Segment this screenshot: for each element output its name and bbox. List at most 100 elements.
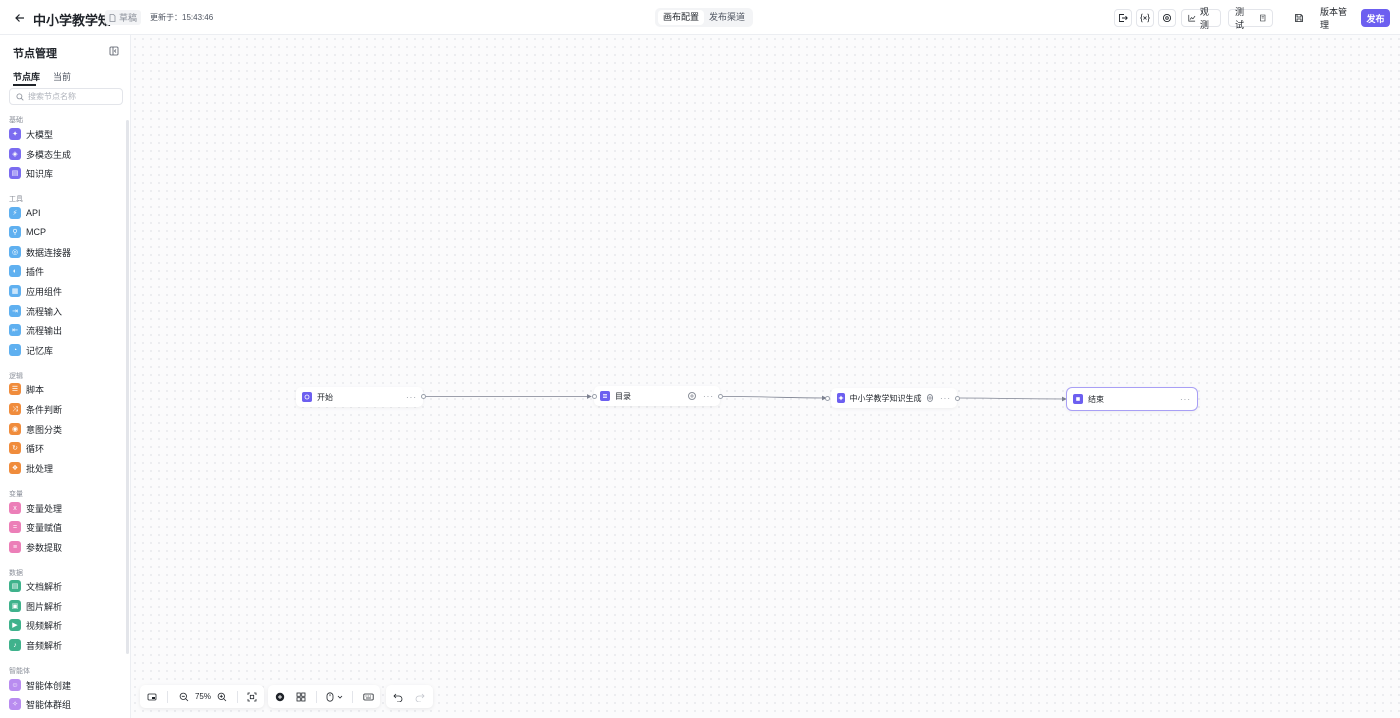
workflow-canvas[interactable] [131,35,1400,718]
undo-button[interactable] [389,688,407,706]
node-search-input[interactable] [28,92,118,101]
music-icon: ♪ [9,639,21,651]
output-icon: ⇤ [9,324,21,336]
fit-view-button[interactable] [244,688,261,706]
grid-icon: ▦ [9,285,21,297]
node-item-audio-parse[interactable]: ♪ 音频解析 [9,637,121,653]
node-item-video-parse[interactable]: ▶ 视频解析 [9,617,121,633]
node-item-data-connector[interactable]: ◎ 数据连接器 [9,244,121,260]
settings-button[interactable] [1158,9,1176,27]
fit-view-icon [247,692,257,701]
node-item-param-extract[interactable]: ≡ 参数提取 [9,539,121,555]
input-icon: ⇥ [9,305,21,317]
add-node-button[interactable] [926,394,933,402]
export-button[interactable] [1114,9,1132,27]
node-item-llm[interactable]: ✦ 大模型 [9,126,121,142]
chart-line-icon [1188,14,1196,22]
intent-icon: ◉ [9,423,21,435]
tab-current[interactable]: 当前 [53,70,71,83]
node-item-app-component[interactable]: ▦ 应用组件 [9,283,121,299]
tab-node-library[interactable]: 节点库 [13,70,40,83]
node-item-label: 应用组件 [26,286,63,297]
tab-canvas-config[interactable]: 画布配置 [658,10,705,25]
node-item-memory[interactable]: ◔ 记忆库 [9,342,121,358]
node-item-flow-input[interactable]: ⇥ 流程输入 [9,303,121,319]
node-more-button[interactable]: ··· [406,393,417,402]
minimap-button[interactable] [143,688,160,706]
node-item-loop[interactable]: ↻ 循环 [9,440,121,456]
node-item-label: 流程输入 [26,306,63,317]
port-catalog-in[interactable] [592,394,597,399]
node-item-script[interactable]: ☰ 脚本 [9,381,121,397]
collapse-sidebar-button[interactable] [109,45,119,56]
node-item-label: 条件判断 [26,404,63,415]
node-generate[interactable]: 中小学教学知识生成 ··· [831,388,957,408]
minimap-icon [147,693,157,700]
interaction-mode-button[interactable] [323,688,346,706]
node-search [9,88,123,105]
redo-button[interactable] [411,688,429,706]
node-item-image-parse[interactable]: ▣ 图片解析 [9,598,121,614]
node-more-button[interactable]: ··· [1180,395,1191,404]
node-more-button[interactable]: ··· [703,392,714,401]
add-node-canvas-button[interactable] [271,688,289,706]
port-start-out[interactable] [421,394,426,399]
updated-time: 更新于：15:43:46 [150,13,214,22]
plugin-icon: ◐ [9,265,21,277]
node-item-label: 循环 [26,443,45,454]
node-item-api[interactable]: ⚡ API [9,205,121,221]
variable-button[interactable] [1136,9,1154,27]
extract-icon: ≡ [9,541,21,553]
save-button[interactable] [1290,9,1308,27]
doc-icon: ▤ [9,580,21,592]
node-item-variable-process[interactable]: x 变量处理 [9,500,121,516]
node-item-label: 流程输出 [26,325,63,336]
version-management-button[interactable]: 版本管理 [1314,7,1356,30]
observe-label: 观测 [1199,7,1209,30]
node-item-doc-parse[interactable]: ▤ 文档解析 [9,578,121,594]
node-end[interactable]: 结束 ··· [1066,387,1198,411]
tab-publish-channel[interactable]: 发布渠道 [704,10,750,25]
port-catalog-out[interactable] [718,394,723,399]
node-item-variable-assign[interactable]: = 变量赋值 [9,519,121,535]
shortcut-button[interactable] [359,688,377,706]
save-icon [1295,14,1303,22]
node-label: 中小学教学知识生成 [849,393,922,403]
llm-node-icon [837,393,845,403]
layout-button[interactable] [293,688,311,706]
node-item-agent-group[interactable]: ✧ 智能体群组 [9,696,121,712]
node-item-label: 数据连接器 [26,247,72,258]
port-generate-out[interactable] [955,396,960,401]
plus-circle-icon [275,692,284,701]
node-catalog[interactable]: 目录 ··· [594,386,720,406]
node-item-flow-output[interactable]: ⇤ 流程输出 [9,322,121,338]
node-more-button[interactable]: ··· [940,394,951,403]
publish-button[interactable]: 发布 [1361,9,1390,27]
zoom-out-button[interactable] [175,688,192,706]
group-title-logic: 逻辑 [9,373,23,380]
node-item-mcp[interactable]: ⚲ MCP [9,224,121,240]
node-item-multimodal[interactable]: ◈ 多模态生成 [9,146,121,162]
test-button[interactable]: 测试 [1228,7,1273,30]
divider [352,690,354,703]
node-item-label: 图片解析 [26,601,63,612]
api-icon: ⚡ [9,207,21,219]
back-button[interactable] [11,9,29,27]
divider [236,690,238,703]
knowledge-icon: ▤ [9,167,21,179]
port-generate-in[interactable] [825,396,830,401]
add-node-button[interactable] [688,392,696,400]
undo-icon [393,693,403,702]
node-item-condition[interactable]: ⤨ 条件判断 [9,401,121,417]
node-start[interactable]: 开始 ··· [296,387,423,407]
node-item-knowledge[interactable]: ▤ 知识库 [9,165,121,181]
node-item-intent[interactable]: ◉ 意图分类 [9,421,121,437]
sidebar-scrollbar[interactable] [126,120,129,654]
node-item-agent-create[interactable]: ☺ 智能体创建 [9,677,121,693]
observe-button[interactable]: 观测 [1181,7,1221,30]
zoom-in-button[interactable] [214,688,231,706]
llm-icon: ✦ [9,128,21,140]
test-doc-icon [1259,14,1265,22]
node-item-plugin[interactable]: ◐ 插件 [9,263,121,279]
node-item-batch[interactable]: ❖ 批处理 [9,460,121,476]
